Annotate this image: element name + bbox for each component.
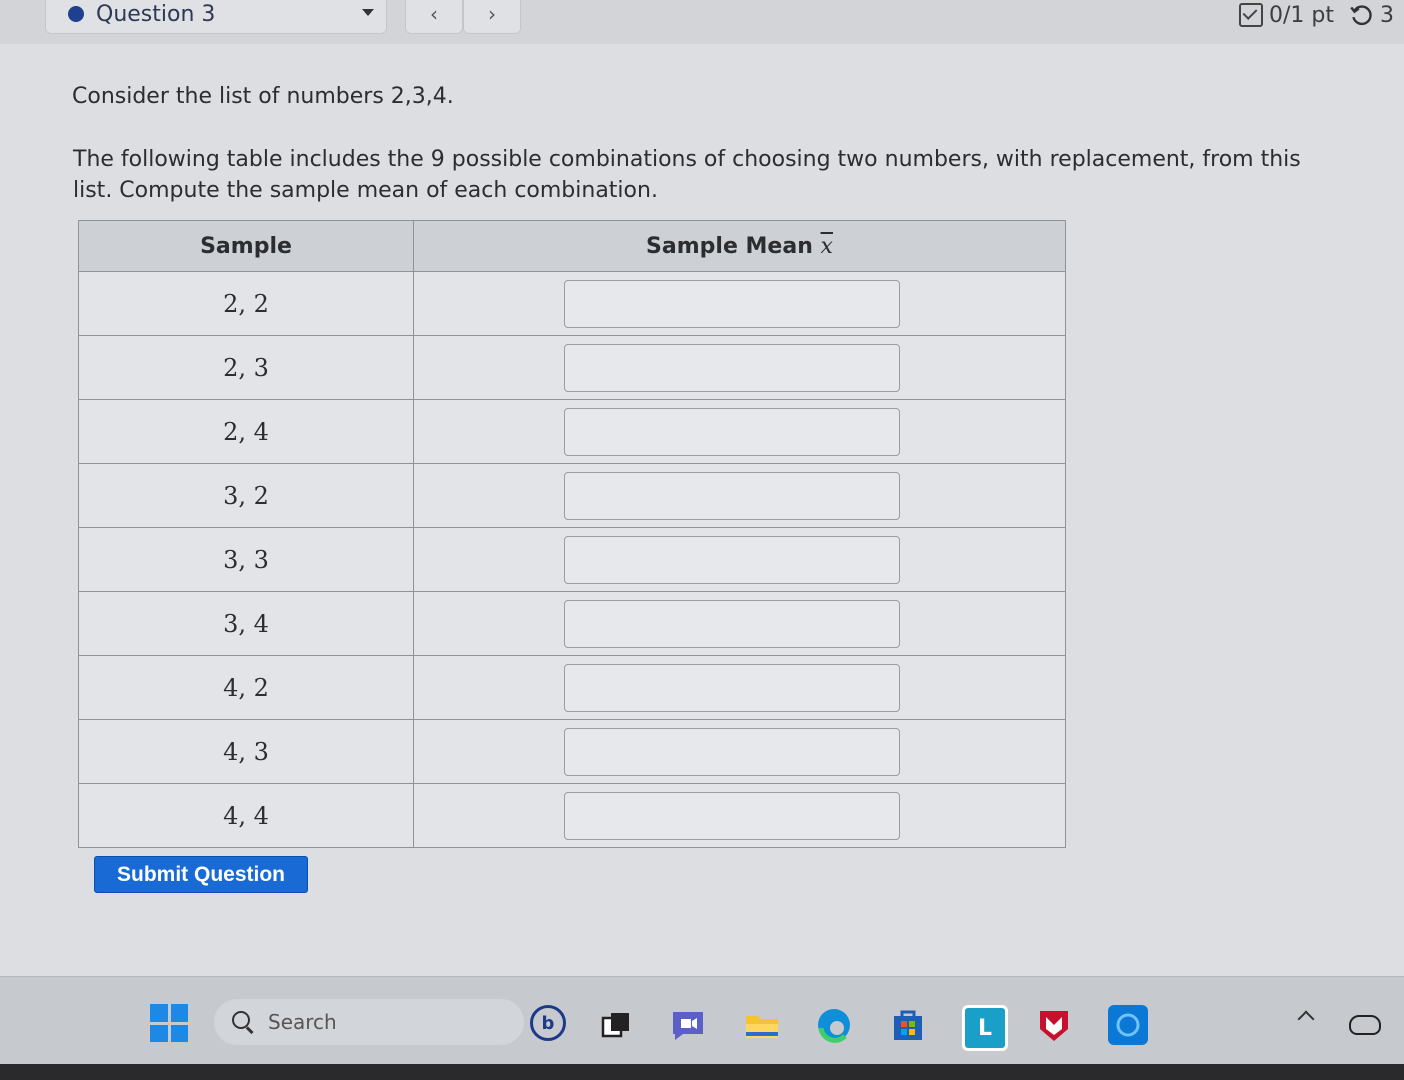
table-row: 2, 4 [78, 399, 1066, 464]
sample-mean-input[interactable] [564, 727, 900, 776]
previous-question-button[interactable]: ‹ [405, 0, 463, 34]
mean-cell [413, 335, 1066, 400]
x-bar-symbol: x [820, 233, 833, 259]
mean-cell [413, 719, 1066, 784]
column-header-sample-mean: Sample Mean x [413, 220, 1066, 272]
microsoft-store-icon[interactable] [888, 1005, 928, 1045]
table-row: 2, 3 [78, 335, 1066, 400]
screen-bezel [0, 1064, 1404, 1080]
question-status-dot [68, 6, 84, 22]
search-icon [232, 1011, 254, 1033]
column-header-sample-mean-label: Sample Mean [646, 233, 813, 259]
mean-cell [413, 783, 1066, 848]
windows-start-icon[interactable] [150, 1004, 188, 1042]
sample-cell: 4, 2 [78, 655, 414, 720]
mcafee-icon[interactable] [1034, 1005, 1074, 1045]
question-intro-text: Consider the list of numbers 2,3,4. [72, 84, 454, 109]
score-indicator: 0/1 pt 3 [1239, 0, 1394, 30]
sample-mean-input[interactable] [564, 407, 900, 456]
chat-icon[interactable] [668, 1005, 708, 1045]
points-text: 0/1 pt [1269, 2, 1334, 28]
chevron-left-icon: ‹ [430, 2, 438, 26]
table-row: 4, 2 [78, 655, 1066, 720]
column-header-sample: Sample [78, 220, 414, 272]
next-question-button[interactable]: › [463, 0, 521, 34]
question-selector[interactable]: Question 3 [45, 0, 387, 34]
table-row: 4, 3 [78, 719, 1066, 784]
sample-mean-input[interactable] [564, 791, 900, 840]
table-row: 2, 2 [78, 271, 1066, 336]
check-square-icon [1239, 3, 1263, 27]
sample-cell: 4, 3 [78, 719, 414, 784]
taskbar-search-label: Search [268, 1010, 337, 1034]
onedrive-icon[interactable] [1349, 1015, 1381, 1035]
sample-mean-input[interactable] [564, 599, 900, 648]
mean-cell [413, 527, 1066, 592]
question-content: Consider the list of numbers 2,3,4. The … [0, 44, 1404, 976]
sample-cell: 2, 4 [78, 399, 414, 464]
cortana-icon[interactable] [1108, 1005, 1148, 1045]
table-header-row: Sample Sample Mean x [78, 220, 1066, 272]
submit-question-button[interactable]: Submit Question [94, 856, 308, 893]
task-view-icon[interactable] [596, 1005, 636, 1045]
sample-cell: 2, 3 [78, 335, 414, 400]
bing-icon[interactable]: b [530, 1005, 566, 1041]
sample-mean-input[interactable] [564, 663, 900, 712]
file-explorer-icon[interactable] [742, 1005, 782, 1045]
table-row: 3, 3 [78, 527, 1066, 592]
sample-cell: 3, 2 [78, 463, 414, 528]
chevron-right-icon: › [488, 2, 496, 26]
retry-icon [1350, 5, 1372, 26]
question-instructions-text: The following table includes the 9 possi… [73, 147, 1301, 203]
lexia-icon[interactable]: L [962, 1005, 1008, 1051]
sample-cell: 2, 2 [78, 271, 414, 336]
table-row: 4, 4 [78, 783, 1066, 848]
mean-cell [413, 591, 1066, 656]
taskbar-search-box[interactable]: Search [214, 999, 524, 1045]
sample-mean-input[interactable] [564, 343, 900, 392]
sample-mean-input[interactable] [564, 535, 900, 584]
taskbar: Search b L [0, 976, 1404, 1065]
sample-cell: 3, 4 [78, 591, 414, 656]
retries-count: 3 [1380, 2, 1394, 28]
edge-icon[interactable] [814, 1005, 854, 1045]
mean-cell [413, 655, 1066, 720]
table-row: 3, 2 [78, 463, 1066, 528]
mean-cell [413, 463, 1066, 528]
sample-cell: 4, 4 [78, 783, 414, 848]
table-row: 3, 4 [78, 591, 1066, 656]
chevron-down-icon [362, 9, 374, 16]
mean-cell [413, 399, 1066, 464]
mean-cell [413, 271, 1066, 336]
sample-mean-table: Sample Sample Mean x 2, 2 2, 3 2, 4 3, 2… [78, 220, 1066, 848]
sample-mean-input[interactable] [564, 471, 900, 520]
question-label: Question 3 [96, 1, 216, 27]
sample-mean-input[interactable] [564, 279, 900, 328]
chevron-up-icon[interactable] [1297, 1010, 1315, 1028]
sample-cell: 3, 3 [78, 527, 414, 592]
question-header: Question 3 ‹ › 0/1 pt 3 [0, 0, 1404, 44]
